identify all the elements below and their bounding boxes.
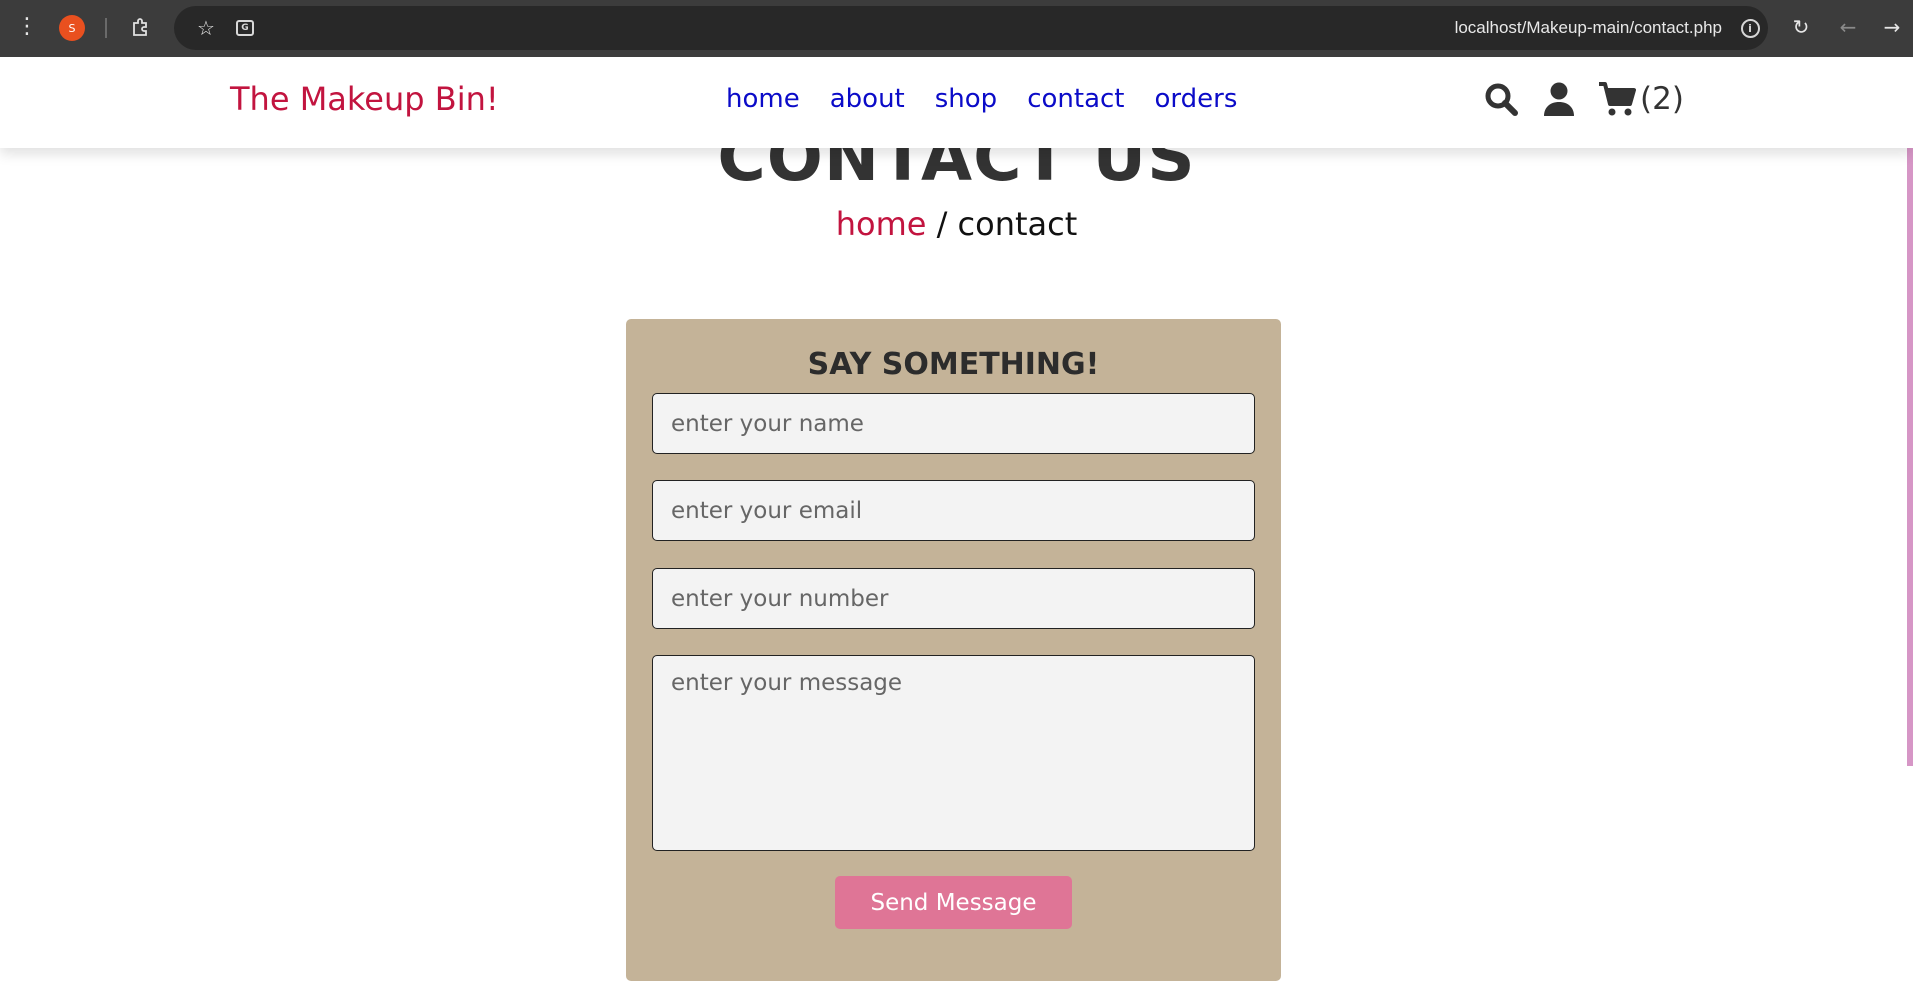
user-icon[interactable] [1540, 79, 1578, 119]
url-text[interactable]: localhost/Makeup-main/contact.php [1455, 14, 1722, 42]
info-icon[interactable]: i [1737, 15, 1763, 41]
header-icons: (2) [1482, 79, 1684, 119]
kebab-menu-icon[interactable]: ⋮ [16, 14, 38, 40]
profile-avatar[interactable]: S [59, 15, 85, 41]
form-title: SAY SOMETHING! [807, 347, 1100, 382]
main-nav: home about shop contact orders [726, 84, 1237, 114]
nav-link-shop[interactable]: shop [935, 84, 997, 114]
site-header: The Makeup Bin! home about shop contact … [0, 57, 1913, 148]
contact-form: SAY SOMETHING! Send Message [626, 319, 1281, 981]
breadcrumb-home-link[interactable]: home [836, 205, 927, 243]
puzzle-icon[interactable] [128, 14, 154, 40]
site-logo[interactable]: The Makeup Bin! [230, 80, 499, 118]
message-field[interactable] [652, 655, 1255, 851]
breadcrumb-separator: / [936, 205, 948, 243]
cart-link[interactable]: (2) [1598, 79, 1684, 119]
toolbar-divider [105, 18, 107, 38]
forward-arrow-icon[interactable]: → [1879, 14, 1905, 40]
reload-icon[interactable]: ↻ [1788, 14, 1814, 40]
back-arrow-icon[interactable]: ← [1835, 14, 1861, 40]
cart-count[interactable]: (2) [1640, 81, 1684, 117]
translate-icon[interactable]: G [232, 15, 258, 41]
search-icon[interactable] [1482, 79, 1520, 119]
browser-toolbar: ⋮ S ☆ G localhost/Makeup-main/contact.ph… [0, 0, 1913, 57]
nav-link-contact[interactable]: contact [1027, 84, 1124, 114]
email-field[interactable] [652, 480, 1255, 541]
nav-link-about[interactable]: about [830, 84, 905, 114]
breadcrumb-current: contact [957, 205, 1078, 243]
nav-link-home[interactable]: home [726, 84, 800, 114]
star-icon[interactable]: ☆ [193, 15, 219, 41]
send-message-button[interactable]: Send Message [835, 876, 1072, 929]
name-field[interactable] [652, 393, 1255, 454]
cart-icon[interactable] [1598, 79, 1636, 119]
page-viewport: The Makeup Bin! home about shop contact … [0, 57, 1913, 981]
number-field[interactable] [652, 568, 1255, 629]
breadcrumb: home / contact [0, 205, 1913, 243]
nav-link-orders[interactable]: orders [1154, 84, 1237, 114]
